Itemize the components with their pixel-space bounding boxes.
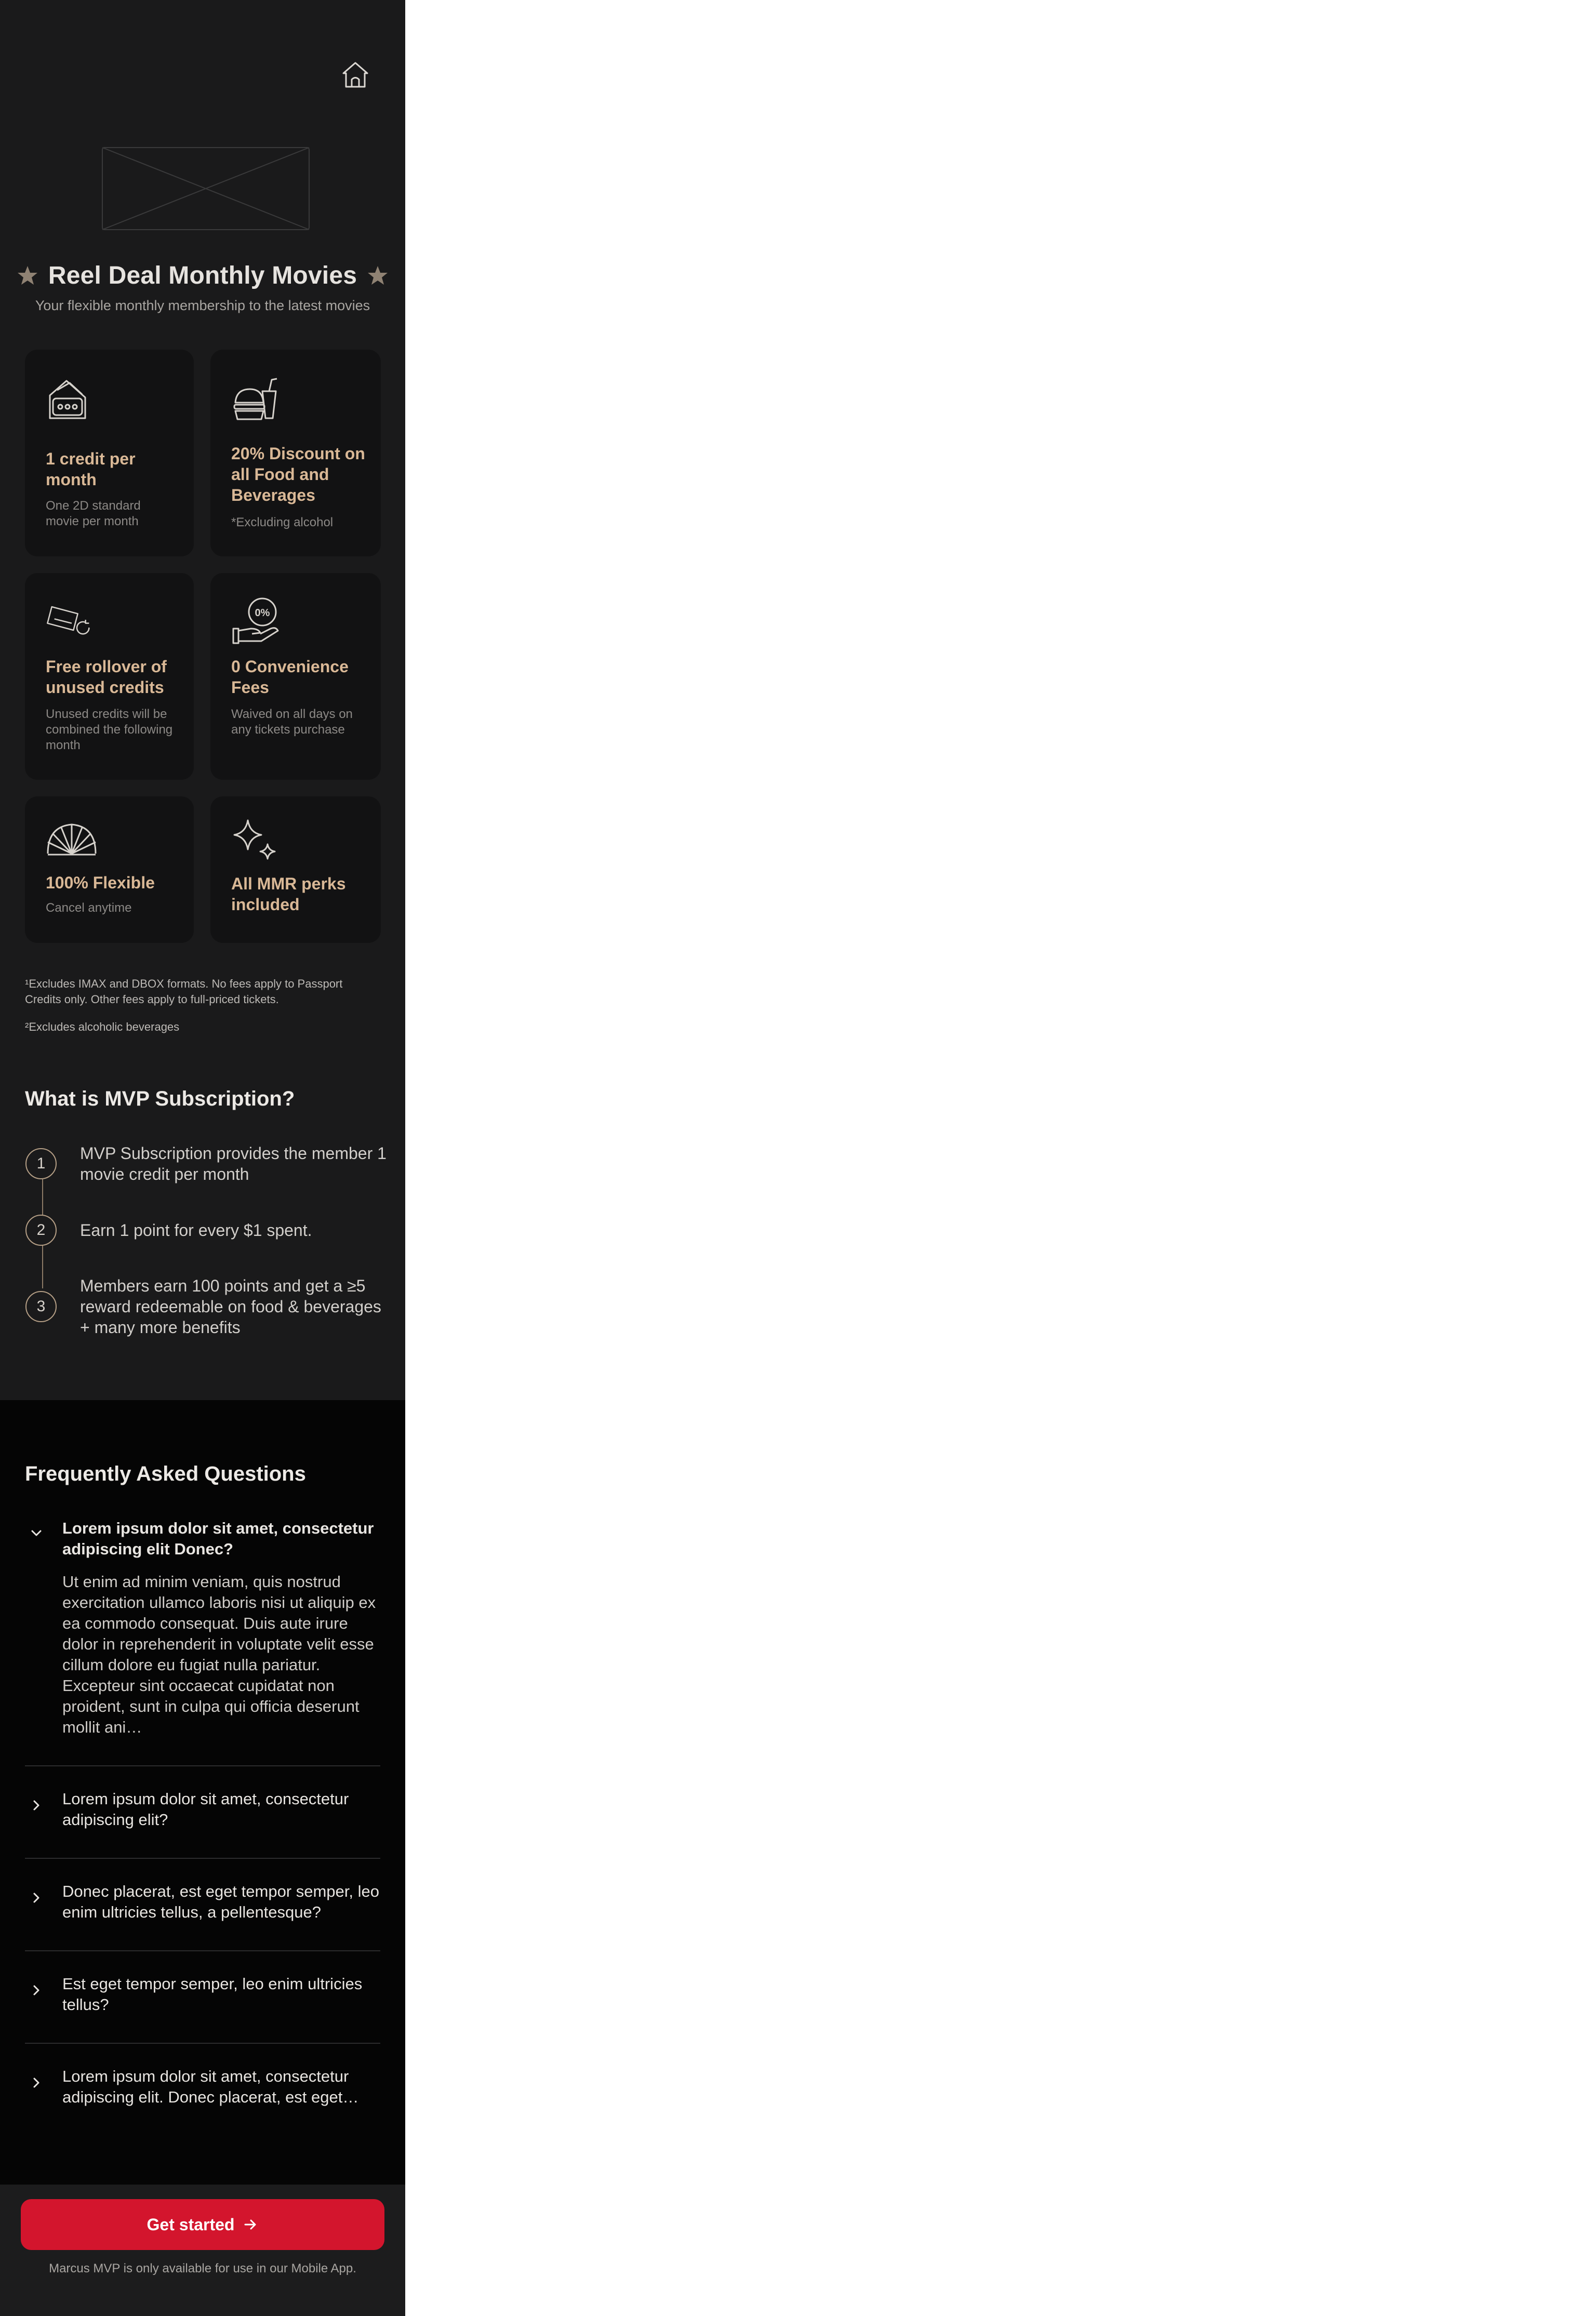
benefit-description: Cancel anytime <box>46 901 132 915</box>
step-number: 3 <box>25 1291 57 1322</box>
image-placeholder <box>102 147 310 230</box>
star-icon <box>368 266 388 285</box>
benefit-card-flexible: 100% Flexible Cancel anytime <box>25 796 194 943</box>
faq-question[interactable]: Lorem ipsum dolor sit amet, consectetur … <box>62 1518 384 1560</box>
food-drink-icon <box>231 376 283 428</box>
ticket-rollover-icon <box>46 596 98 648</box>
benefit-description: Unused credits will be combined the foll… <box>46 707 173 752</box>
sparkles-icon <box>231 817 283 869</box>
chevron-down-icon[interactable] <box>28 1525 45 1541</box>
faq-answer: Ut enim ad minim veniam, quis nostrud ex… <box>62 1573 376 1736</box>
svg-text:0%: 0% <box>255 607 270 619</box>
benefit-title: 20% Discount on all Food and Beverages <box>231 444 365 504</box>
faq-divider <box>25 2043 380 2044</box>
benefit-description: *Excluding alcohol <box>231 515 334 529</box>
benefit-title: Free rollover of unused credits <box>46 657 167 697</box>
ticket-icon <box>46 376 98 428</box>
page-subtitle: Your flexible monthly membership to the … <box>35 298 370 313</box>
footnote: ²Excludes alcoholic beverages <box>25 1020 180 1033</box>
chevron-right-icon[interactable] <box>28 1889 45 1906</box>
page-title: Reel Deal Monthly Movies <box>48 261 357 289</box>
chevron-right-icon[interactable] <box>28 1982 45 1999</box>
step-text: Earn 1 point for every $1 spent. <box>80 1221 312 1240</box>
benefit-title: All MMR perks included <box>231 874 346 914</box>
benefit-card-food-discount: 20% Discount on all Food and Beverages *… <box>210 350 381 556</box>
benefit-title: 0 Convenience Fees <box>231 657 349 697</box>
benefit-card-convenience-fees: 0% 0 Convenience Fees Waived on all days… <box>210 573 381 780</box>
mvp-section-title: What is MVP Subscription? <box>25 1087 295 1110</box>
step-number: 1 <box>25 1148 57 1179</box>
benefit-card-rollover: Free rollover of unused credits Unused c… <box>25 573 194 780</box>
availability-note: Marcus MVP is only available for use in … <box>49 2261 356 2275</box>
flexible-fan-icon <box>46 817 98 869</box>
star-icon <box>17 266 37 285</box>
benefit-title: 100% Flexible <box>46 873 155 892</box>
bottom-cta-bar: Get started Marcus MVP is only available… <box>0 2185 405 2316</box>
zero-percent-hand-icon: 0% <box>231 596 283 648</box>
home-icon[interactable] <box>338 57 373 92</box>
faq-question[interactable]: Lorem ipsum dolor sit amet, consectetur … <box>62 2066 384 2108</box>
footnote: ¹Excludes IMAX and DBOX formats. No fees… <box>25 977 343 1006</box>
benefit-card-credit: 1 credit per month One 2D standard movie… <box>25 350 194 556</box>
get-started-label: Get started <box>147 2215 235 2234</box>
benefit-description: Waived on all days on any tickets purcha… <box>231 707 353 737</box>
faq-divider <box>25 1950 380 1951</box>
faq-divider <box>25 1765 380 1766</box>
chevron-right-icon[interactable] <box>28 2074 45 2091</box>
benefit-description: One 2D standard movie per month <box>46 499 141 528</box>
faq-title: Frequently Asked Questions <box>25 1462 306 1485</box>
benefit-title: 1 credit per month <box>46 449 136 489</box>
get-started-button[interactable]: Get started <box>21 2199 384 2250</box>
faq-question[interactable]: Lorem ipsum dolor sit amet, consectetur … <box>62 1789 384 1830</box>
arrow-right-icon <box>244 2219 256 2230</box>
step-text: MVP Subscription provides the member 1 m… <box>80 1144 387 1183</box>
chevron-right-icon[interactable] <box>28 1797 45 1814</box>
faq-section: Frequently Asked Questions Lorem ipsum d… <box>0 1400 405 2185</box>
faq-question[interactable]: Est eget tempor semper, leo enim ultrici… <box>62 1974 384 2015</box>
mobile-app-screen: Reel Deal Monthly Movies Your flexible m… <box>0 0 405 2316</box>
step-number: 2 <box>25 1215 57 1246</box>
step-text: Members earn 100 points and get a ≥5 rew… <box>80 1276 381 1337</box>
faq-question[interactable]: Donec placerat, est eget tempor semper, … <box>62 1881 384 1923</box>
hero-title-row: Reel Deal Monthly Movies <box>0 260 405 291</box>
benefit-card-mmr-perks: All MMR perks included <box>210 796 381 943</box>
faq-divider <box>25 1858 380 1859</box>
